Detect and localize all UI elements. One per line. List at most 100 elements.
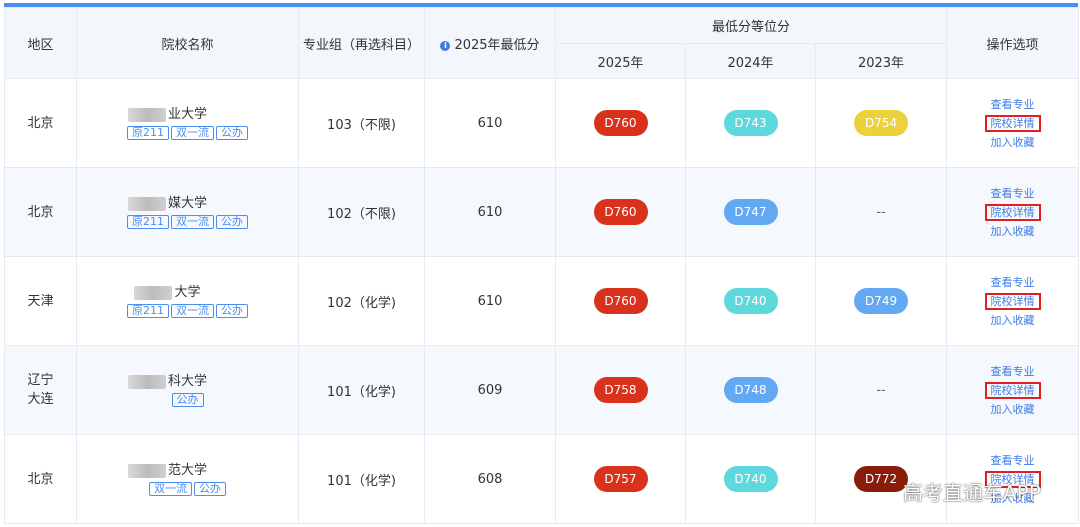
school-details-link[interactable]: 院校详情: [947, 381, 1078, 400]
add-favorite-link[interactable]: 加入收藏: [947, 400, 1078, 419]
rank-2024-badge: D747: [723, 199, 778, 225]
school-name-text: 科大学: [167, 373, 207, 389]
school-tags: 原211 双一流 公办: [77, 214, 298, 229]
rank-2024-cell: D748: [685, 345, 816, 435]
watermark: 高考直通车APP: [903, 481, 1041, 505]
table-row: 辽宁 大连 科大学 公办 101（化学) 609 D758 D748 -- 查看专业 院校详情 加入…: [4, 345, 1080, 435]
school-name[interactable]: 科大学: [127, 373, 207, 390]
actions-cell: 查看专业 院校详情 加入收藏: [946, 345, 1080, 435]
group-cell: 102（不限): [298, 167, 425, 257]
school-tag: 公办: [216, 303, 248, 318]
header-year-2025: 2025年: [555, 43, 686, 79]
actions-cell: 查看专业 院校详情 加入收藏: [946, 256, 1080, 346]
rank-2024-badge: D740: [723, 466, 778, 492]
actions-cell: 查看专业 院校详情 加入收藏: [946, 78, 1080, 168]
rank-2024-cell: D740: [685, 434, 816, 524]
region-text: 天津: [27, 293, 54, 309]
region-cell: 天津: [4, 256, 77, 346]
region-cell: 北京: [4, 434, 77, 524]
min-score-cell: 610: [424, 256, 556, 346]
school-tag: 公办: [171, 392, 204, 407]
school-name-text: 媒大学: [167, 195, 207, 211]
actions-list: 查看专业 院校详情 加入收藏: [947, 95, 1078, 152]
school-details-label: 院校详情: [984, 292, 1041, 310]
header-min-score: i 2025年最低分: [424, 7, 556, 79]
school-tag: 公办: [194, 481, 226, 496]
school-name[interactable]: 大学: [134, 285, 201, 301]
min-score-cell: 609: [424, 345, 556, 435]
add-favorite-link[interactable]: 加入收藏: [947, 133, 1078, 152]
school-tag: 双一流: [149, 481, 192, 496]
rank-2025-badge: D760: [593, 288, 648, 314]
school-cell: 科大学 公办: [76, 345, 299, 435]
rank-2024-badge: D740: [723, 288, 778, 314]
school-name-wrap: 媒大学: [77, 196, 298, 212]
table-row: 北京 媒大学 原211 双一流 公办 102（不限) 610 D760 D747 -- 查看专业 院校…: [4, 167, 1080, 257]
rank-2025-badge: D757: [593, 466, 648, 492]
school-tags: 原211 双一流 公办: [77, 303, 298, 318]
redaction-mask: [127, 107, 166, 122]
group-text: 102（化学): [327, 295, 396, 311]
header-year-2024: 2024年: [685, 43, 816, 79]
redaction-mask: [127, 196, 166, 211]
view-majors-link[interactable]: 查看专业: [947, 362, 1078, 381]
rank-2025-cell: D760: [555, 256, 686, 346]
rank-2023-cell: D749: [814, 256, 948, 346]
school-details-link[interactable]: 院校详情: [947, 292, 1078, 311]
min-score-cell: 608: [424, 434, 556, 524]
school-name[interactable]: 范大学: [127, 463, 207, 479]
redaction-mask: [127, 463, 166, 478]
redaction-mask: [134, 285, 173, 300]
group-cell: 102（化学): [298, 256, 425, 346]
school-name-wrap: 业大学: [77, 107, 298, 123]
min-score-text: 610: [477, 204, 503, 220]
group-cell: 101（化学): [298, 345, 425, 435]
school-name[interactable]: 业大学: [127, 106, 207, 123]
header-group: 专业组（再选科目）: [298, 7, 425, 79]
rank-2025-badge: D760: [593, 199, 648, 225]
view-majors-link[interactable]: 查看专业: [947, 184, 1078, 203]
rank-2025-cell: D757: [555, 434, 686, 524]
redaction-mask: [127, 374, 166, 389]
min-score-text: 610: [477, 115, 503, 131]
header-min-score-label: 2025年最低分: [454, 37, 540, 53]
header-region: 地区: [4, 7, 77, 79]
school-tag: 双一流: [171, 125, 214, 140]
school-name-wrap: 范大学: [77, 463, 298, 479]
header-year-2023: 2023年: [814, 43, 948, 79]
rank-2025-cell: D760: [555, 167, 686, 257]
school-details-link[interactable]: 院校详情: [947, 203, 1078, 222]
view-majors-link[interactable]: 查看专业: [947, 95, 1078, 114]
view-majors-link[interactable]: 查看专业: [947, 273, 1078, 292]
region-text: 北京: [27, 471, 54, 487]
region-cell: 北京: [4, 78, 77, 168]
school-details-label: 院校详情: [984, 381, 1041, 399]
school-details-label: 院校详情: [984, 203, 1041, 221]
school-cell: 业大学原211 双一流 公办: [76, 78, 299, 168]
actions-list: 查看专业 院校详情 加入收藏: [947, 273, 1078, 330]
min-score-cell: 610: [424, 167, 556, 257]
school-tag: 原211: [127, 303, 169, 318]
rank-2023-badge: D749: [854, 288, 909, 314]
view-majors-link[interactable]: 查看专业: [947, 451, 1078, 470]
add-favorite-link[interactable]: 加入收藏: [947, 222, 1078, 241]
school-tag: 双一流: [171, 303, 214, 318]
school-tags: 原211 双一流 公办: [77, 125, 298, 140]
info-icon[interactable]: i: [440, 40, 451, 51]
group-text: 102（不限): [327, 206, 396, 222]
table-row: 天津 大学原211 双一流 公办 102（化学) 610 D760 D740 D749 查看专业院…: [4, 256, 1080, 346]
rank-2024-cell: D747: [685, 167, 816, 257]
school-name-text: 业大学: [167, 106, 207, 122]
region-cell: 辽宁 大连: [4, 345, 77, 435]
school-cell: 媒大学原211 双一流 公办: [76, 167, 299, 257]
region-text: 北京: [27, 115, 54, 131]
min-score-text: 608: [477, 471, 503, 487]
school-details-link[interactable]: 院校详情: [947, 114, 1078, 133]
rank-2023-badge: D754: [854, 110, 909, 136]
add-favorite-link[interactable]: 加入收藏: [947, 311, 1078, 330]
school-name[interactable]: 媒大学: [127, 195, 207, 212]
group-text: 101（化学): [327, 384, 396, 400]
school-tag: 双一流: [171, 214, 214, 229]
rank-2023-badge: D772: [854, 466, 909, 492]
school-tag: 公办: [216, 214, 248, 229]
